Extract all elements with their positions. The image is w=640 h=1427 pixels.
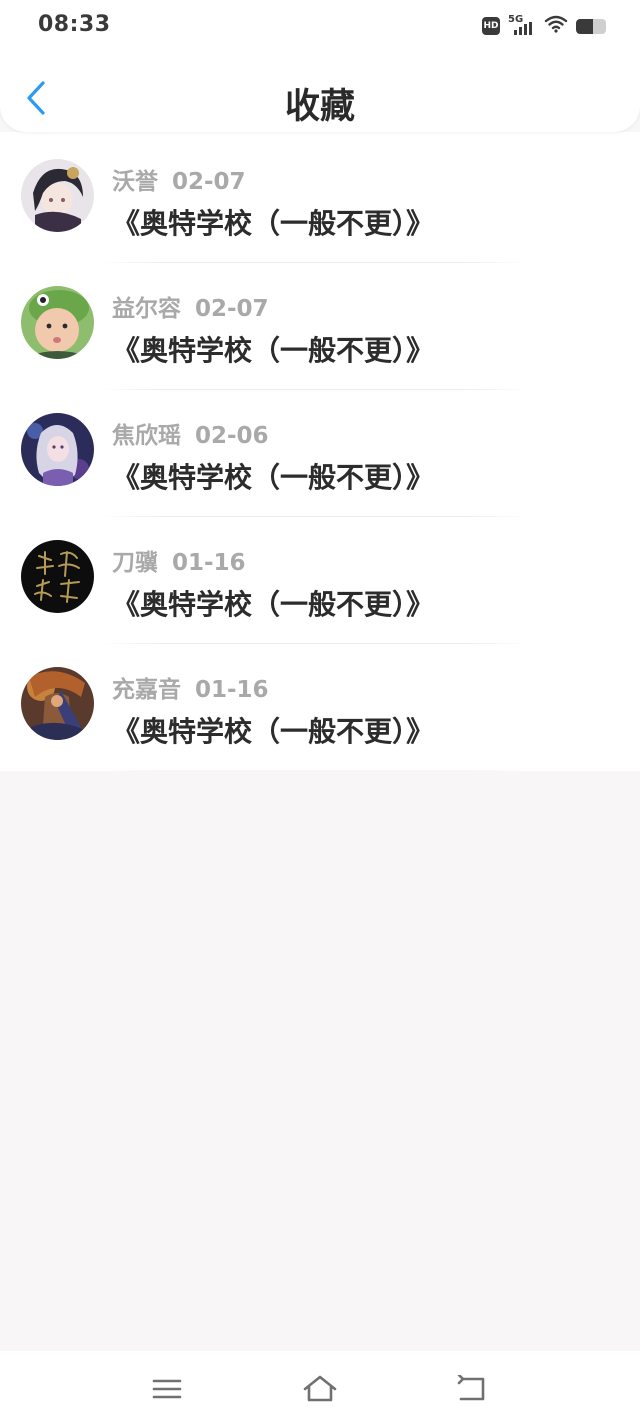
back-icon (458, 1375, 485, 1401)
divider (100, 770, 528, 771)
item-meta: 益尔容 02-07 (112, 289, 269, 323)
book-title: 《奥特学校（一般不更）》 (112, 461, 435, 494)
book-title: 《奥特学校（一般不更）》 (112, 715, 435, 748)
home-button[interactable] (290, 1364, 350, 1414)
author-name: 刀骥 (112, 550, 158, 576)
item-meta: 充嘉音 01-16 (112, 670, 269, 704)
favorites-list: 沃誉 02-07 《奥特学校（一般不更）》 益尔容 02-07 《奥特学校（一般… (0, 132, 640, 771)
avatar (21, 159, 94, 232)
avatar (21, 413, 94, 486)
home-icon (303, 1375, 337, 1402)
item-meta: 沃誉 02-07 (112, 162, 246, 196)
battery-icon (576, 18, 606, 34)
item-date: 02-07 (172, 169, 246, 195)
status-icons: HD 5G (482, 14, 606, 38)
menu-icon (152, 1379, 181, 1399)
item-date: 01-16 (172, 550, 246, 576)
author-name: 益尔容 (112, 296, 181, 322)
status-time: 08:33 (38, 12, 111, 37)
list-item[interactable]: 沃誉 02-07 《奥特学校（一般不更）》 (0, 136, 640, 263)
book-title: 《奥特学校（一般不更）》 (112, 588, 435, 621)
list-item[interactable]: 焦欣瑶 02-06 《奥特学校（一般不更）》 (0, 390, 640, 517)
item-date: 02-06 (195, 423, 269, 449)
menu-button[interactable] (137, 1364, 197, 1414)
wifi-icon (544, 14, 568, 38)
system-navigation-bar (0, 1351, 640, 1427)
avatar (21, 540, 94, 613)
author-name: 焦欣瑶 (112, 423, 181, 449)
list-item[interactable]: 充嘉音 01-16 《奥特学校（一般不更）》 (0, 644, 640, 771)
page-title: 收藏 (284, 87, 355, 127)
author-name: 沃誉 (112, 169, 158, 195)
avatar (21, 286, 94, 359)
top-header-card: 08:33 HD 5G 收藏 (0, 0, 640, 132)
favorites-screen: 08:33 HD 5G 收藏 沃誉 02-07 《奥特学校（一般不更）》 益尔容… (0, 0, 640, 1427)
item-meta: 刀骥 01-16 (112, 543, 246, 577)
item-date: 01-16 (195, 677, 269, 703)
system-back-button[interactable] (443, 1364, 503, 1414)
book-title: 《奥特学校（一般不更）》 (112, 334, 435, 367)
hd-icon: HD (482, 17, 500, 35)
signal-5g-icon: 5G (508, 14, 536, 37)
list-item[interactable]: 刀骥 01-16 《奥特学校（一般不更）》 (0, 517, 640, 644)
item-date: 02-07 (195, 296, 269, 322)
list-item[interactable]: 益尔容 02-07 《奥特学校（一般不更）》 (0, 263, 640, 390)
hd-label: HD (483, 21, 499, 31)
book-title: 《奥特学校（一般不更）》 (112, 207, 435, 240)
author-name: 充嘉音 (112, 677, 181, 703)
item-meta: 焦欣瑶 02-06 (112, 416, 269, 450)
avatar (21, 667, 94, 740)
